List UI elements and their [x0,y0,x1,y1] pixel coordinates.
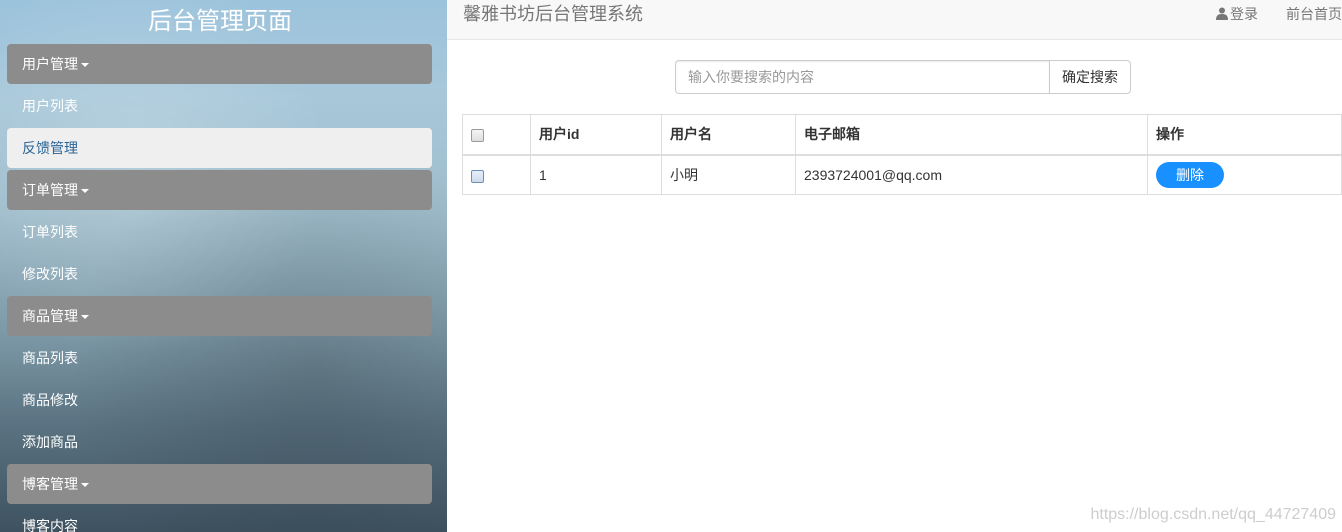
frontpage-link[interactable]: 前台首页 [1286,0,1342,28]
nav-group-label: 用户管理 [22,56,78,72]
caret-down-icon [81,189,89,194]
column-header-username: 用户名 [661,114,796,156]
nav-group-label: 商品管理 [22,308,78,324]
select-all-checkbox[interactable] [471,129,484,143]
sidebar-title: 后台管理页面 [148,7,292,35]
search-bar: 确定搜索 [675,60,1131,94]
nav-group-blog-management[interactable]: 博客管理 [7,464,432,504]
column-header-actions: 操作 [1147,114,1342,156]
delete-button[interactable]: 删除 [1156,161,1224,188]
nav-group-label: 订单管理 [22,182,78,198]
nav-item-user-list[interactable]: 用户列表 [7,86,432,126]
nav-group-product-management[interactable]: 商品管理 [7,296,432,336]
column-header-email: 电子邮箱 [795,114,1148,156]
search-input[interactable] [675,60,1049,94]
login-link[interactable]: 登录 [1216,0,1258,28]
search-button[interactable]: 确定搜索 [1049,60,1131,94]
login-label: 登录 [1230,6,1258,22]
nav-group-label: 博客管理 [22,476,78,492]
nav-group-user-management[interactable]: 用户管理 [7,44,432,84]
nav-item-product-edit[interactable]: 商品修改 [7,380,432,420]
column-header-user-id: 用户id [530,114,662,156]
cell-email: 2393724001@qq.com [795,154,1148,195]
nav-group-order-management[interactable]: 订单管理 [7,170,432,210]
table-row: 1 小明 2393724001@qq.com 删除 [462,154,1342,195]
sidebar: 后台管理页面 用户管理 用户列表 反馈管理 订单管理 订单列表 修改列表 商品管… [0,0,447,532]
nav-item-product-list[interactable]: 商品列表 [7,338,432,378]
cell-actions: 删除 [1147,154,1342,195]
caret-down-icon [81,63,89,68]
row-select-cell [462,154,531,195]
user-table: 用户id 用户名 电子邮箱 操作 1 小明 2393724001@qq.com … [462,114,1342,195]
top-navbar: 馨雅书坊后台管理系统 登录 前台首页 [447,0,1342,40]
caret-down-icon [81,315,89,320]
nav-item-modify-list[interactable]: 修改列表 [7,254,432,294]
navbar-right: 登录 前台首页 [1216,0,1342,28]
cell-user-id: 1 [530,154,662,195]
nav-item-blog-content[interactable]: 博客内容 [7,506,432,532]
nav-item-order-list[interactable]: 订单列表 [7,212,432,252]
row-checkbox[interactable] [471,169,484,183]
caret-down-icon [81,483,89,488]
nav-item-feedback[interactable]: 反馈管理 [7,128,432,168]
watermark: https://blog.csdn.net/qq_44727409 [1090,506,1336,523]
user-icon [1216,7,1228,20]
nav-item-add-product[interactable]: 添加商品 [7,422,432,462]
brand-title[interactable]: 馨雅书坊后台管理系统 [463,0,643,28]
sidebar-nav: 用户管理 用户列表 反馈管理 订单管理 订单列表 修改列表 商品管理 商品列表 … [7,44,432,532]
table-header-row: 用户id 用户名 电子邮箱 操作 [462,114,1342,156]
select-all-cell [462,114,531,156]
cell-username: 小明 [661,154,796,195]
